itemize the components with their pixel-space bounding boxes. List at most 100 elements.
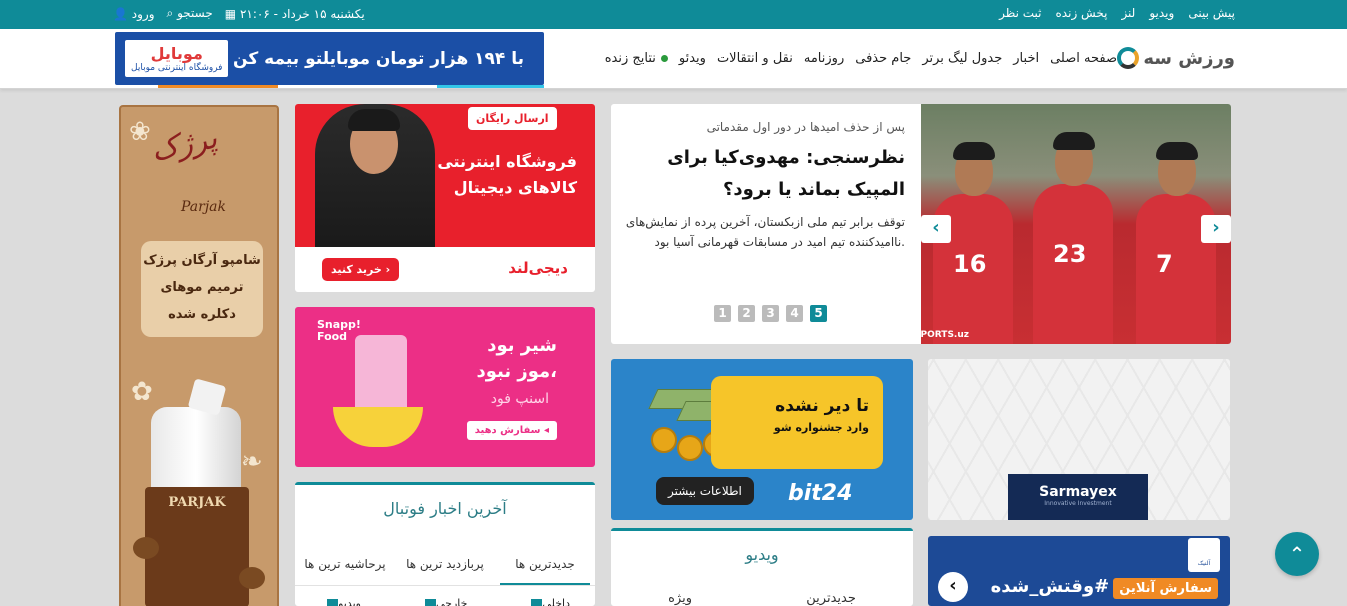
sarmayex-logo: Sarmayex Innovative Investment — [1008, 474, 1148, 520]
slide-page[interactable]: 3 — [762, 305, 779, 322]
tab-video-special[interactable]: ویژه — [668, 591, 692, 606]
slide-page[interactable]: 1 — [714, 305, 731, 322]
player-number: 7 — [1156, 250, 1173, 278]
tab-video-newest[interactable]: جدیدترین — [806, 591, 856, 606]
sarmayex-ad[interactable]: Sarmayex Innovative Investment — [928, 359, 1230, 520]
main-menu: صفحه اصلی اخبار جدول لیگ برتر جام حذفی ر… — [605, 51, 1117, 66]
slide-page[interactable]: 4 — [786, 305, 803, 322]
snappfood-headline: شیر بود موز نبود، — [476, 333, 557, 385]
player-number: 23 — [1053, 240, 1087, 268]
online-order-hashtag: #وقتش_شده — [990, 576, 1110, 597]
top-link-feedback[interactable]: ثبت نظر — [999, 6, 1041, 20]
banana-image — [333, 407, 423, 447]
parjak-ad[interactable]: ❀ ❧ ✿ پرژک Parjak شامپو آرگان پرژک ترمیم… — [119, 105, 279, 606]
menu-item-league-table[interactable]: جدول لیگ برتر — [922, 51, 1002, 66]
menu-item-transfers[interactable]: نقل و انتقالات — [717, 51, 793, 66]
digikala-line1: فروشگاه اینترنتی — [437, 152, 577, 171]
filter-domestic[interactable]: داخلی — [527, 597, 570, 606]
menu-item-video[interactable]: ویدئو — [679, 51, 706, 66]
filter-video-label: ویدیو — [338, 597, 361, 606]
digikala-logo: دیجی‌لند — [508, 259, 568, 277]
leaf-icon: ✿ — [131, 377, 153, 407]
online-order-arrow-button[interactable]: ‹ — [938, 572, 968, 602]
spokesman-image — [315, 104, 435, 247]
more-info-button[interactable]: اطلاعات بیشتر — [656, 477, 754, 505]
parjak-line: شامپو آرگان پرژک — [143, 253, 261, 268]
mobile-shop-brand: موبایل — [150, 43, 203, 63]
tab-most-viewed[interactable]: پربازدید ترین ها — [400, 541, 490, 585]
free-shipping-badge: ارسال رایگان — [468, 107, 557, 130]
slide-page-active[interactable]: 5 — [810, 305, 827, 322]
coin — [677, 435, 703, 461]
player-number: 16 — [953, 250, 987, 278]
menu-item-newspaper[interactable]: روزنامه — [804, 51, 844, 66]
menu-item-cup[interactable]: جام حذفی — [855, 51, 911, 66]
top-link-predict[interactable]: پیش بینی — [1188, 6, 1235, 20]
news-tabs: جدیدترین ها پربازدید ترین ها پرحاشیه تری… — [295, 541, 595, 586]
argan-nut-image — [239, 567, 265, 589]
news-filters: داخلی خارجی ویدیو — [323, 597, 570, 606]
sarmayex-brand: Sarmayex — [1039, 484, 1117, 500]
hero-image[interactable]: 16 23 7 — [921, 104, 1231, 344]
top-banner-ad[interactable]: موبایل فروشگاه اینترنتی موبایل با ۱۹۴ هز… — [115, 32, 544, 85]
back-to-top-button[interactable]: ⌃ — [1275, 532, 1319, 576]
parjak-script-logo: پرژک — [148, 120, 221, 169]
filter-foreign-label: خارجی — [435, 597, 468, 606]
chevron-left-icon: ‹ — [949, 575, 957, 596]
logo-icon — [1117, 47, 1140, 69]
menu-item-home[interactable]: صفحه اصلی — [1050, 51, 1117, 66]
player-head — [953, 142, 995, 196]
date-text: یکشنبه ۱۵ خرداد - ۲۱:۰۶ — [239, 6, 365, 21]
alnik-logo: آلنیک — [1188, 538, 1220, 572]
sarmayex-sub: Innovative Investment — [1044, 500, 1112, 507]
menu-item-live-results[interactable]: نتایج زنده — [605, 51, 668, 66]
site-logo[interactable]: ورزش سه — [1117, 47, 1235, 69]
search-link[interactable]: ⌕ جستجو — [167, 6, 213, 21]
mobile-shop-sub: فروشگاه اینترنتی موبایل — [131, 62, 223, 73]
parjak-eng-logo: Parjak — [181, 199, 227, 215]
hero-headline[interactable]: نظرسنجی: مهدوی‌کیا برای المپیک بماند یا … — [635, 142, 905, 206]
hero-kicker: پس از حذف امیدها در دور اول مقدماتی — [706, 120, 905, 134]
slide-page[interactable]: 2 — [738, 305, 755, 322]
chevron-right-icon: › — [1212, 217, 1220, 238]
parjak-line: دکلره شده — [168, 307, 236, 322]
digikala-line2: کالاهای دیجیتال — [453, 178, 577, 197]
slider-prev-button[interactable]: ‹ — [921, 215, 951, 243]
bit24-ad[interactable]: تا دیر نشده وارد جشنواره شو اطلاعات بیشت… — [611, 359, 913, 520]
top-link-live[interactable]: پخش زنده — [1056, 6, 1108, 20]
search-icon: ⌕ — [166, 6, 174, 20]
bit24-line2: وارد جشنواره شو — [773, 421, 869, 434]
top-link-video[interactable]: ویدیو — [1149, 6, 1174, 20]
chevron-up-icon: ⌃ — [1288, 542, 1306, 566]
filter-video[interactable]: ویدیو — [323, 597, 361, 606]
top-utilities: 👤 ورود ⌕ جستجو ▦ یکشنبه ۱۵ خرداد - ۲۱:۰۶ — [113, 6, 365, 21]
snappfood-ad[interactable]: Snapp! Food شیر بود موز نبود، اسنپ فود س… — [295, 307, 595, 467]
online-order-ad[interactable]: آلنیک سفارش آنلاین#وقتش_شده ‹ — [928, 536, 1230, 606]
hero-lead: توقف برابر تیم ملی ازبکستان، آخرین پرده … — [625, 215, 905, 249]
tab-most-controversial[interactable]: پرحاشیه ترین ها — [300, 541, 390, 585]
bit24-logo: bit24 — [788, 481, 853, 506]
player-head — [1156, 142, 1198, 196]
milk-carton-image — [355, 335, 407, 413]
top-link-lens[interactable]: لنز — [1121, 6, 1135, 20]
order-button[interactable]: سفارش دهید ◂ — [466, 421, 557, 440]
menu-item-news[interactable]: اخبار — [1013, 51, 1039, 66]
tab-newest[interactable]: جدیدترین ها — [500, 541, 590, 585]
digikala-headline: فروشگاه اینترنتی کالاهای دیجیتال — [437, 149, 577, 201]
snappfood-line1: شیر بود — [487, 335, 557, 356]
slider-next-button[interactable]: › — [1201, 215, 1231, 243]
video-tabs: جدیدترین ویژه — [611, 591, 913, 606]
digikala-ad[interactable]: ارسال رایگان فروشگاه اینترنتی کالاهای دی… — [295, 104, 595, 292]
bottle-cap — [187, 378, 227, 416]
top-links: پیش بینی ویدیو لنز پخش زنده ثبت نظر — [999, 6, 1235, 20]
buy-button[interactable]: خرید کنید › — [322, 258, 400, 281]
slider-pagination: 1 2 3 4 5 — [714, 305, 827, 322]
login-link[interactable]: 👤 ورود — [113, 7, 155, 21]
leaf-icon: ❧ — [241, 447, 263, 477]
online-order-headline: سفارش آنلاین#وقتش_شده — [990, 576, 1218, 599]
login-label: ورود — [131, 6, 155, 21]
player-figure: 23 — [1033, 132, 1113, 344]
mobile-shop-logo: موبایل فروشگاه اینترنتی موبایل — [125, 39, 229, 78]
filter-foreign[interactable]: خارجی — [421, 597, 467, 606]
live-dot-icon — [660, 55, 668, 62]
